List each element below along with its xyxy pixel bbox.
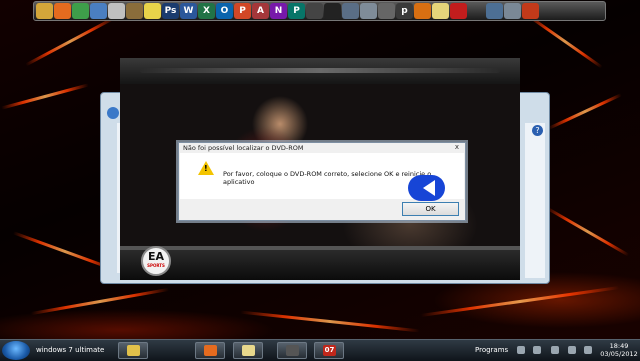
taskbar-explorer-icon — [127, 345, 140, 356]
taskbar-game-button[interactable] — [277, 342, 307, 359]
badge-icon[interactable] — [522, 3, 539, 19]
details-pane — [525, 123, 545, 278]
taskbar-07-icon: 07 — [323, 345, 336, 356]
audio-icon[interactable] — [378, 3, 395, 19]
pumpkin-icon[interactable] — [414, 3, 431, 19]
pdf-icon[interactable] — [450, 3, 467, 19]
taskbar-firefox-button[interactable] — [195, 342, 225, 359]
tray-speaker-icon[interactable] — [584, 346, 592, 354]
cursor-highlight-icon — [408, 175, 445, 201]
ok-button[interactable]: OK — [402, 202, 459, 216]
ea-logo-subtext: SPORTS — [147, 263, 165, 268]
taskbar-notes-button[interactable] — [233, 342, 263, 359]
paint-icon[interactable] — [144, 3, 161, 19]
taskbar: windows 7 ultimate 07 Programs 18:49 03/… — [0, 339, 640, 361]
photoshop-icon[interactable]: Ps — [162, 3, 179, 19]
clock-time: 18:49 — [609, 342, 629, 350]
text-icon[interactable]: p — [396, 3, 413, 19]
start-button[interactable] — [2, 341, 30, 360]
notes-icon[interactable] — [432, 3, 449, 19]
computer-icon[interactable] — [504, 3, 521, 19]
windows-icon[interactable] — [486, 3, 503, 19]
game-bottom-bar — [120, 250, 520, 280]
arrow-left-icon — [423, 180, 435, 196]
wallpaper-streak — [240, 310, 420, 333]
tray-volume-icon[interactable] — [533, 346, 541, 354]
display-icon[interactable] — [324, 3, 341, 19]
dialog-title: Não foi possível localizar o DVD-ROM — [183, 144, 304, 152]
taskbar-game-icon — [286, 345, 299, 356]
tray-network-icon[interactable] — [517, 346, 525, 354]
firefox-icon[interactable] — [54, 3, 71, 19]
gimp-icon[interactable] — [126, 3, 143, 19]
tools-icon[interactable] — [108, 3, 125, 19]
outlook-icon[interactable]: O — [216, 3, 233, 19]
clock-date: 03/05/2012 — [600, 350, 638, 358]
wallpaper-streak — [548, 93, 622, 130]
wallpaper-streak — [527, 14, 603, 69]
settings-icon[interactable] — [360, 3, 377, 19]
wallpaper-streak — [30, 287, 170, 316]
publisher-icon[interactable]: P — [288, 3, 305, 19]
taskbar-notes-icon — [242, 345, 255, 356]
start-label: windows 7 ultimate — [36, 346, 105, 354]
media-icon[interactable] — [306, 3, 323, 19]
word-icon[interactable]: W — [180, 3, 197, 19]
programs-menu[interactable]: Programs — [475, 346, 508, 354]
help-icon[interactable]: ? — [532, 125, 543, 136]
taskbar-firefox-icon — [204, 345, 217, 356]
onenote-icon[interactable]: N — [270, 3, 287, 19]
folder-icon[interactable] — [36, 3, 53, 19]
taskbar-07-button[interactable]: 07 — [314, 342, 344, 359]
excel-icon[interactable]: X — [198, 3, 215, 19]
warning-icon-mark: ! — [204, 164, 208, 173]
network-icon[interactable] — [90, 3, 107, 19]
ea-sports-logo: EA SPORTS — [141, 246, 171, 276]
close-icon[interactable]: x — [453, 144, 461, 151]
window-icon[interactable] — [342, 3, 359, 19]
wallpaper-streak — [420, 286, 620, 317]
powerpoint-icon[interactable]: P — [234, 3, 251, 19]
wallpaper-streak — [25, 16, 115, 67]
access-icon[interactable]: A — [252, 3, 269, 19]
game-top-bar — [120, 58, 520, 84]
ea-logo-text: EA — [147, 250, 165, 263]
taskbar-explorer-button[interactable] — [118, 342, 148, 359]
tray-action-center-icon[interactable] — [551, 346, 559, 354]
system-clock[interactable]: 18:49 03/05/2012 — [599, 342, 639, 358]
back-button[interactable] — [107, 107, 119, 119]
top-dock: Ps W X O P A N Pp — [33, 1, 606, 21]
tray-flag-icon[interactable] — [568, 346, 576, 354]
wallpaper-streak — [545, 206, 630, 257]
wallpaper-streak — [1, 83, 89, 110]
chrome-icon[interactable] — [72, 3, 89, 19]
